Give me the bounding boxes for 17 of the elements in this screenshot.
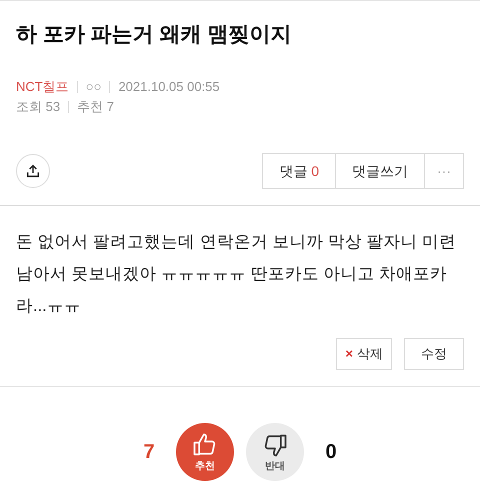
view-count: 조회 53: [16, 98, 60, 116]
member-level: ○○: [86, 78, 102, 96]
share-button[interactable]: [16, 154, 50, 188]
vote-count: 0: [324, 440, 338, 465]
delete-button[interactable]: × 삭제: [336, 338, 392, 370]
share-icon: [25, 163, 41, 179]
write-comment-button[interactable]: 댓글쓰기: [336, 154, 425, 188]
author-name[interactable]: NCT칠프: [16, 77, 69, 97]
recommend-count: 추천 7: [77, 98, 114, 116]
vote-count: 7: [142, 440, 156, 465]
comments-button[interactable]: 댓글 0: [263, 154, 336, 188]
post-title: 하 포카 파는거 왜캐 맴찢이지: [16, 22, 292, 48]
oppose-button[interactable]: 반대: [246, 423, 304, 481]
edit-button[interactable]: 수정: [404, 338, 464, 370]
post-body: 돈 없어서 팔려고했는데 연락온거 보니까 막상 팔자니 미련 남아서 못보내겠아 ㅠㅠㅠㅠㅠ 딴포카도 아니고 차애포카라...ㅠㅠ: [16, 232, 458, 317]
post-date: 2021.10.05 00:55: [118, 78, 220, 96]
recommend-button[interactable]: 추천: [176, 423, 234, 481]
